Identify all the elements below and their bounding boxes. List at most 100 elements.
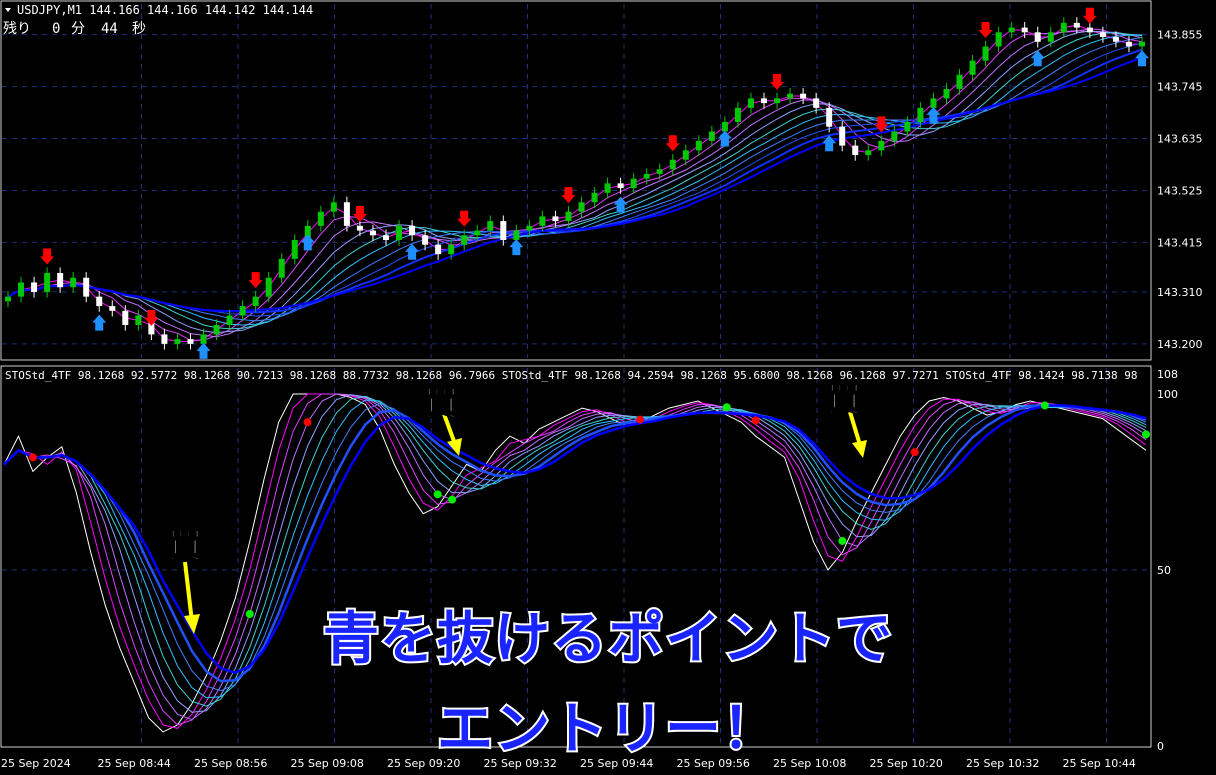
candle-body [591,192,598,203]
candle-body [813,98,820,108]
candle-body [422,235,429,245]
candle-body [695,140,702,151]
sell-arrow-icon [1082,7,1097,24]
candle-body [565,211,572,222]
sto-signal-dot [1142,430,1150,439]
candle-body [721,122,728,132]
candle-body [539,216,546,226]
candle-body [982,46,989,61]
buy-label-2: 買 [424,384,459,425]
candle-body [70,277,77,288]
candle-body [800,93,807,99]
sto-signal-dot [722,403,731,412]
candle-body [1021,27,1028,33]
candle-body [44,273,51,292]
candle-body [383,235,389,240]
candle-body [265,277,272,297]
candles [5,17,1145,350]
timer-seconds: 44 [101,21,118,37]
candle-body [448,244,455,255]
candle-body [1139,41,1145,47]
candle-body [904,122,911,132]
ma-line [7,30,1143,338]
candle-body [409,225,416,236]
sto-signal-dot [838,536,847,545]
ma-line [7,36,1143,322]
candle-body [109,306,116,311]
price-tick-label: 143.855 [1157,29,1203,42]
buy-arrow-icon [196,342,211,359]
ma-line [7,28,1143,341]
candle-body [317,211,324,226]
sell-arrow-icon [561,187,576,204]
candle-body [826,107,833,127]
candle-body [578,202,585,212]
candle-body [226,315,233,325]
candle-body [1112,37,1119,42]
candle-body [1086,27,1093,33]
candle-body [669,159,676,170]
candle-body [604,183,611,193]
price-tick-label: 143.200 [1157,338,1203,351]
candle-body [1073,22,1080,28]
candle-body [1034,32,1041,42]
candle-body [18,282,25,297]
candle-body [878,140,885,151]
candle-body [1008,27,1015,33]
candle-body [787,93,794,99]
candle-body [774,98,781,104]
buy-arrow-icon [717,130,732,147]
buy-arrow-icon [300,234,315,251]
timer-label: 残り [3,21,31,37]
sto-signal-dot [751,416,760,425]
candle-body [252,296,259,307]
candle-body [956,74,963,89]
overlay-text-line1: 青を抜けるポイントで [321,605,894,674]
candle-body [187,339,194,344]
candle-body [57,273,64,288]
candle-body [500,221,507,240]
sell-arrow-icon [248,272,263,289]
candle-body [852,145,859,156]
candle-body [643,173,650,179]
sto-signal-dot [636,415,645,424]
candle-body [1125,41,1132,47]
sto-signal-dot [28,453,37,462]
candle-body [83,277,90,297]
sto-signal-dot [433,490,442,499]
candle-body [917,107,924,122]
timer-minutes: 0 [52,21,60,37]
candle-body [200,334,207,344]
candle-body [135,315,142,325]
candle-body [526,225,533,231]
candle-body [1047,32,1054,42]
price-tick-label: 143.415 [1157,236,1203,249]
candle-body [213,324,220,335]
sto-signal-dot [910,448,919,457]
candle-body [969,60,976,75]
symbol-line: USDJPY,M1 144.166 144.166 144.142 144.14… [17,3,313,17]
candle-body [461,235,468,245]
candle-body [865,150,872,156]
candle-body [396,225,403,240]
ma-line [7,56,1143,313]
candle-body [734,107,741,122]
candle-body [369,230,376,236]
candle-body [96,296,103,307]
ma-line [7,42,1143,317]
candle-body [122,310,129,325]
symbol-dropdown-icon[interactable] [5,8,11,12]
sell-arrow-icon [457,210,472,227]
candle-body [761,98,767,104]
candle-body [1060,22,1067,33]
sell-arrow-icon [665,135,680,152]
candle-body [31,282,38,292]
sto-signal-dot [303,418,312,427]
sell-arrow-icon [770,73,785,90]
price-tick-label: 143.745 [1157,81,1203,94]
timer-sec-unit: 秒 [132,21,146,37]
sell-arrow-icon [978,21,993,38]
candle-body [630,178,637,189]
candle-body [356,225,363,231]
candle-body [943,88,950,99]
